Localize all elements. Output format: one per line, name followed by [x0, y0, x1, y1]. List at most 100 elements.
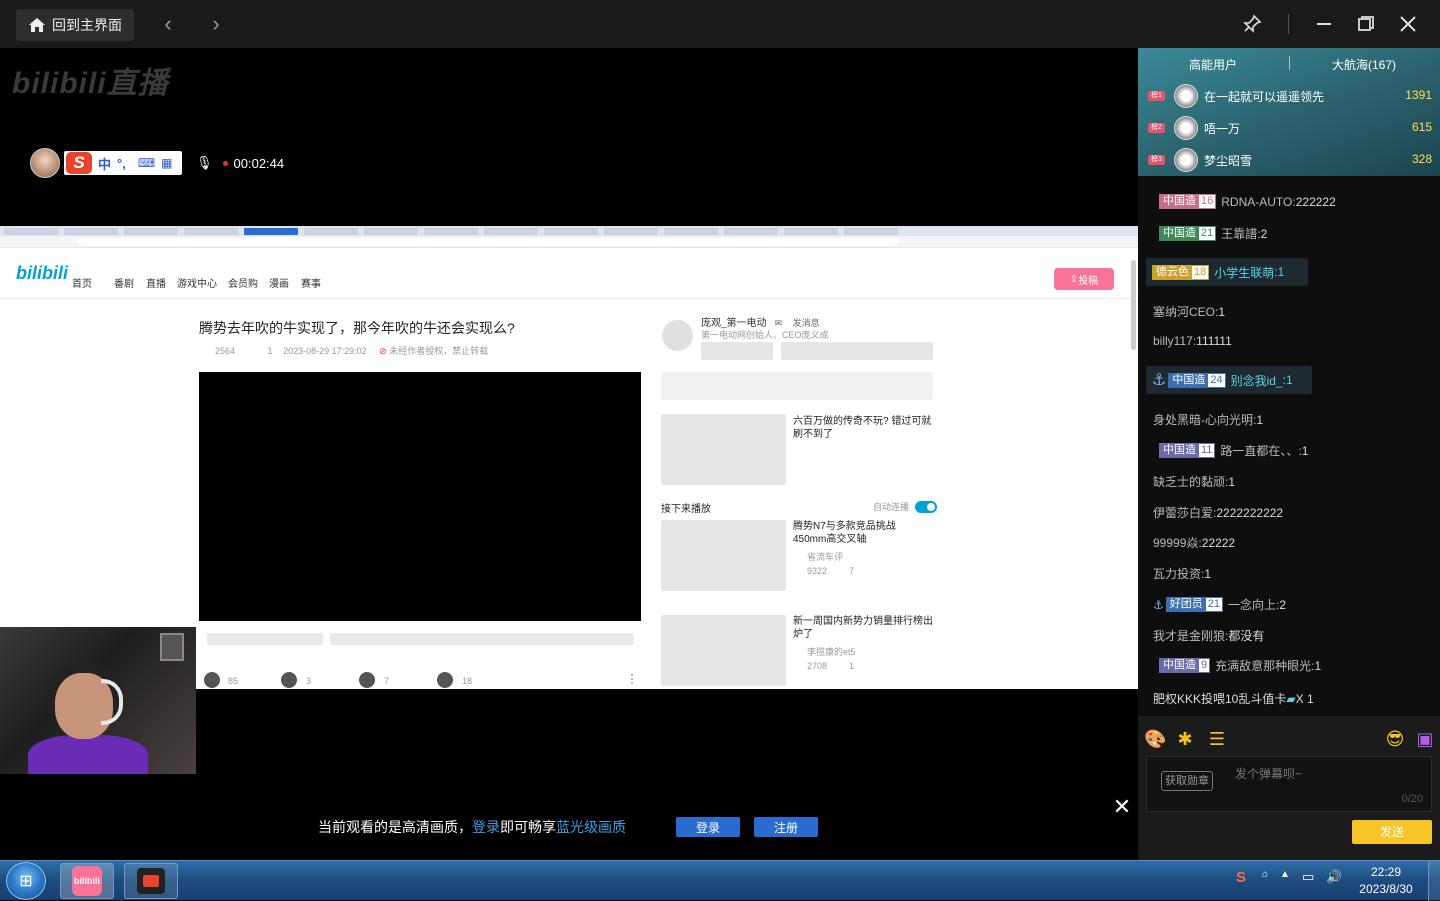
chat-message: 缺乏士的黏顽 : 1 [1153, 474, 1236, 490]
nav-home: 首页 [72, 279, 92, 290]
bilibili-live-logo: bilibili直播 [12, 67, 169, 100]
close-icon[interactable] [1394, 10, 1422, 38]
autoplay-label: 自动连播 [873, 502, 910, 512]
recording-dot [222, 160, 228, 166]
chevron-right-icon[interactable]: › [204, 11, 228, 36]
char-counter: 0/20 [1401, 793, 1423, 805]
next-label: 接下来播放 [661, 504, 711, 515]
network-icon[interactable]: ▭ [1302, 869, 1314, 885]
captain-icon: ⚓ [1152, 372, 1167, 389]
top-users-panel: 高能用户 大航海(167) 榜1 在一起就可以遥遥领先 1391 榜2 唔一万 … [1138, 48, 1440, 176]
bilibili-app-icon: bilibili [72, 866, 102, 896]
start-button[interactable]: ⊞ [6, 862, 46, 900]
browser-address-bar [0, 236, 1138, 248]
taskbar-bilibili[interactable]: bilibili [60, 863, 114, 899]
chat-message: ⚓ 好团员 21 一念向上 : 2 [1153, 597, 1287, 612]
star-icon [359, 672, 375, 688]
message-icon: ✉ [774, 318, 785, 328]
puzzle-icon[interactable]: ✱ [1174, 728, 1196, 750]
maximize-icon[interactable] [1352, 10, 1380, 38]
volume-icon[interactable]: 🔊 [1326, 869, 1342, 885]
sogou-icon: S [66, 152, 92, 174]
mic-icon: 🎙 [196, 155, 213, 170]
chevron-left-icon[interactable]: ‹ [156, 11, 180, 36]
captain-icon: ⚓ [1153, 597, 1164, 612]
browser-tabstrip [0, 226, 1138, 236]
clock-date: 2023/8/30 [1359, 882, 1413, 896]
more-icon: ⋮ [626, 672, 638, 686]
login-link[interactable]: 登录 [472, 819, 500, 835]
quality-link[interactable]: 蓝光级画质 [556, 819, 626, 835]
follow-placeholder [781, 342, 933, 360]
ime-lang: 中 [98, 156, 112, 172]
video-actions: 85 3 7 18 ⋮ [200, 672, 640, 689]
up-message: 发消息 [792, 318, 820, 328]
fan-medal: 中国造 16 [1159, 194, 1217, 209]
avatar [1174, 148, 1198, 172]
separator [1289, 56, 1290, 70]
ime-tray-icon[interactable]: ⌂ [1262, 869, 1268, 880]
card-author: 省流车评 [807, 552, 844, 562]
autoplay: 自动连播 [873, 500, 938, 513]
nav-games: 游戏中心 [177, 279, 217, 290]
send-button[interactable]: 发送 [1352, 820, 1432, 844]
palette-icon[interactable]: 🎨 [1144, 728, 1166, 750]
keyboard-icon: ⌨ [137, 156, 156, 170]
tab-captains[interactable]: 大航海(167) [1332, 56, 1396, 73]
taskbar-recorder[interactable] [124, 863, 178, 899]
login-button[interactable]: 登录 [676, 817, 740, 837]
tab-high-energy[interactable]: 高能用户 [1189, 56, 1237, 73]
nav-manga: 漫画 [269, 279, 289, 290]
pin-icon[interactable] [1238, 10, 1266, 38]
chat-message: 身处黑暗-心向光明 : 1 [1153, 412, 1264, 428]
top-user-score: 328 [1411, 152, 1432, 166]
stream-timer: 00:02:44 [233, 155, 285, 171]
clock-time: 22:29 [1370, 865, 1402, 879]
chat-message: 我才是金刚狼 : 都没有 [1153, 628, 1265, 644]
top-user-score: 615 [1411, 120, 1432, 134]
top-user-row[interactable]: 榜1 在一起就可以遥遥领先 1391 [1138, 82, 1440, 110]
camera-icon [137, 868, 165, 894]
emoji-icon[interactable]: 😎 [1384, 728, 1406, 750]
placeholder-bar [207, 633, 323, 645]
gift-card-icon: ▰ [1286, 691, 1296, 706]
show-desktop-button[interactable] [1428, 861, 1440, 901]
chat-message: 99999焱 : 22222 [1153, 535, 1236, 551]
card-views: 2708 [807, 661, 828, 671]
windows-taskbar: ⊞ bilibili S ⌂ ▲ ▭ 🔊 22:29 2023/8/30 [0, 860, 1440, 901]
gift-message: 肥权KKK投喂10乱斗值卡 ▰ X 1 [1153, 691, 1314, 707]
like-icon [204, 672, 220, 688]
chat-message: 中国造 9 充满敌意那种眼光 : 1 [1159, 657, 1321, 674]
minimize-icon[interactable] [1310, 10, 1338, 38]
close-banner-icon[interactable]: ✕ [1112, 796, 1132, 818]
avatar [30, 148, 60, 178]
chat-list[interactable]: 中国造 16 RDNA-AUTO : 222222 中国造 21 王靠譜 : 2 德… [1138, 176, 1440, 716]
top-user-row[interactable]: 榜3 梦尘昭雪 328 [1138, 146, 1440, 174]
banner-placeholder [661, 372, 933, 400]
notes-icon[interactable]: ☰ [1206, 728, 1228, 750]
title-bar: 回到主界面 ‹ › [0, 0, 1440, 48]
fan-medal: 德云色 18 [1152, 264, 1210, 280]
chat-message: billy117 : 111111 [1153, 334, 1232, 348]
home-button[interactable]: 回到主界面 [16, 9, 134, 41]
up-desc: 第一电动网创始人、CEO庞义成 [701, 330, 829, 340]
danmaku-input[interactable]: 获取勋章 发个弹幕呗~ 0/20 [1146, 756, 1432, 812]
chat-bubble-icon[interactable]: ▣ [1414, 728, 1436, 750]
system-clock[interactable]: 22:29 2023/8/30 [1346, 864, 1426, 898]
up-name-row: 庞观_第一电动 ✉ 发消息 [701, 314, 820, 329]
chat-message-highlight: 德云色 18 小学生联萌 : 1 [1146, 258, 1308, 286]
card-title: 新一周国内新势力销量排行榜出炉了 [793, 616, 933, 640]
chat-message-highlight: ⚓ 中国造 24 别念我id_ : 1 [1146, 366, 1312, 394]
sogou-tray-icon[interactable]: S [1236, 869, 1246, 886]
follow-placeholder [701, 342, 773, 360]
quality-text-2: 即可畅享 [500, 819, 556, 835]
get-medal-button[interactable]: 获取勋章 [1161, 771, 1213, 791]
card-thumbnail [661, 520, 786, 591]
top-user-row[interactable]: 榜2 唔一万 615 [1138, 114, 1440, 142]
upload-button: ⇪ 投稿 [1054, 268, 1114, 290]
separator [1288, 14, 1289, 34]
quality-banner: 当前观看的是高清画质，登录即可畅享蓝光级画质 [318, 817, 626, 837]
register-button[interactable]: 注册 [754, 817, 818, 837]
show-hidden-icons-icon[interactable]: ▲ [1280, 869, 1290, 880]
view-count: 2564 [215, 346, 236, 356]
